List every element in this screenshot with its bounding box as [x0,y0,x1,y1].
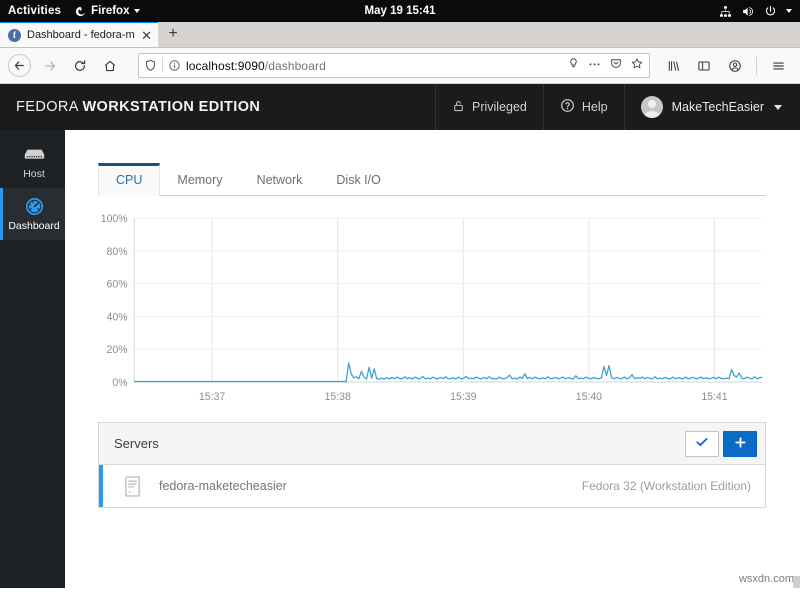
svg-text:60%: 60% [107,278,128,290]
url-host: localhost:9090 [186,58,265,73]
browser-tab-strip: f Dashboard - fedora-mak ✕ + [0,21,800,48]
table-row[interactable]: fedora-maketecheasier Fedora 32 (Worksta… [99,465,765,507]
close-icon[interactable]: ✕ [141,29,152,42]
privileged-label: Privileged [471,100,527,114]
svg-text:15:41: 15:41 [701,391,727,403]
url-path: /dashboard [264,58,326,73]
svg-text:80%: 80% [107,246,128,258]
svg-text:0%: 0% [112,377,128,389]
help-label: Help [581,100,608,114]
browser-toolbar-buttons [659,52,792,80]
cockpit-header: FEDORA WORKSTATION EDITION Privileged He… [0,84,800,130]
firefox-icon [75,6,86,17]
servers-panel: Servers fedora-maketecheasier Fedora 32 … [98,422,766,508]
network-icon [719,5,732,18]
info-circle-icon[interactable] [168,59,181,72]
svg-text:15:39: 15:39 [450,391,476,403]
user-menu[interactable]: MakeTechEasier [623,84,800,130]
tab-memory[interactable]: Memory [160,163,239,196]
browser-tab-title: Dashboard - fedora-mak [27,29,136,41]
svg-text:15:38: 15:38 [325,391,351,403]
library-icon[interactable] [659,52,687,80]
url-text[interactable]: localhost:9090/dashboard [186,59,562,73]
tab-disk-io[interactable]: Disk I/O [319,163,397,196]
servers-panel-title: Servers [114,436,159,451]
browser-navigation-toolbar: localhost:9090/dashboard [0,48,800,84]
brand-bold: WORKSTATION EDITION [82,99,261,115]
back-arrow-icon[interactable] [8,54,31,77]
add-server-button[interactable] [723,430,757,457]
cockpit-application: FEDORA WORKSTATION EDITION Privileged He… [0,84,800,588]
privileged-indicator[interactable]: Privileged [434,84,543,130]
watermark: wsxdn.com [738,573,794,585]
sidebar-item-host[interactable]: Host [0,136,65,188]
servers-panel-header: Servers [99,423,765,465]
plus-icon [734,436,747,452]
dashboard-gauge-icon [25,197,44,217]
servers-panel-actions [685,430,757,457]
sidebar-item-dashboard-label: Dashboard [8,219,60,232]
server-icon [23,145,46,165]
svg-text:100%: 100% [101,213,128,225]
server-rack-icon [123,475,142,498]
tab-network[interactable]: Network [240,163,320,196]
shield-icon[interactable] [144,59,157,72]
firefox-app-menu[interactable]: Firefox [75,5,141,17]
hamburger-menu-icon[interactable] [764,52,792,80]
pocket-icon[interactable] [609,57,623,75]
firefox-app-label: Firefox [91,5,130,17]
cockpit-sidebar: Host Dashboard [0,130,65,588]
sidebar-icon[interactable] [690,52,718,80]
server-name: fedora-maketecheasier [159,479,287,493]
svg-text:20%: 20% [107,344,128,356]
cockpit-header-actions: Privileged Help MakeTechEasier [434,84,800,130]
caret-down-icon [786,9,792,13]
lightbulb-icon[interactable] [567,57,580,75]
check-icon [695,435,709,453]
url-divider [162,58,163,73]
cpu-usage-chart: 0% 20% 40% 60% 80% 100% 15:37 15:38 15:39 15:40 15… [98,210,766,410]
svg-text:40%: 40% [107,311,128,323]
user-name-label: MakeTechEasier [671,100,764,114]
browser-tab[interactable]: f Dashboard - fedora-mak ✕ [0,21,158,47]
new-tab-button[interactable]: + [158,21,188,47]
gnome-top-bar: Activities Firefox May 19 15:41 [0,0,800,22]
sidebar-item-host-label: Host [23,167,45,180]
url-bar[interactable]: localhost:9090/dashboard [138,53,650,78]
power-icon [764,5,777,18]
url-bar-icons [567,57,644,75]
metric-tabs: CPU Memory Network Disk I/O [98,160,766,196]
brand-prefix: FEDORA [16,99,83,115]
reload-icon[interactable] [66,52,94,80]
scrollbar-corner[interactable] [793,576,800,588]
sidebar-item-dashboard[interactable]: Dashboard [0,188,65,240]
gnome-top-bar-left: Activities Firefox [8,5,141,17]
star-icon[interactable] [630,57,644,75]
cpu-chart-svg: 0% 20% 40% 60% 80% 100% 15:37 15:38 15:39 15:40 15… [101,213,766,403]
svg-text:15:40: 15:40 [576,391,602,403]
tab-cpu[interactable]: CPU [98,162,161,196]
svg-text:15:37: 15:37 [199,391,225,403]
caret-down-icon [774,104,782,110]
cockpit-main-content: CPU Memory Network Disk I/O 0% 20% 40% 60% 8… [65,130,800,588]
help-circle-icon [560,98,575,116]
volume-icon [741,5,755,18]
home-icon[interactable] [96,52,124,80]
server-os-version: Fedora 32 (Workstation Edition) [581,479,751,493]
gnome-status-area[interactable] [719,5,792,18]
activities-button[interactable]: Activities [8,5,61,17]
avatar [640,96,663,118]
ellipsis-icon[interactable] [587,57,602,75]
help-button[interactable]: Help [542,84,624,130]
toolbar-divider [756,56,757,75]
firefox-favicon: f [8,28,21,42]
cockpit-brand: FEDORA WORKSTATION EDITION [0,99,260,115]
caret-down-icon [134,9,141,13]
account-icon[interactable] [721,52,749,80]
forward-arrow-icon[interactable] [36,52,64,80]
check-button[interactable] [685,430,719,457]
unlock-icon [452,99,465,116]
cockpit-body: Host Dashboard CPU Memory Network Disk I… [0,130,800,588]
